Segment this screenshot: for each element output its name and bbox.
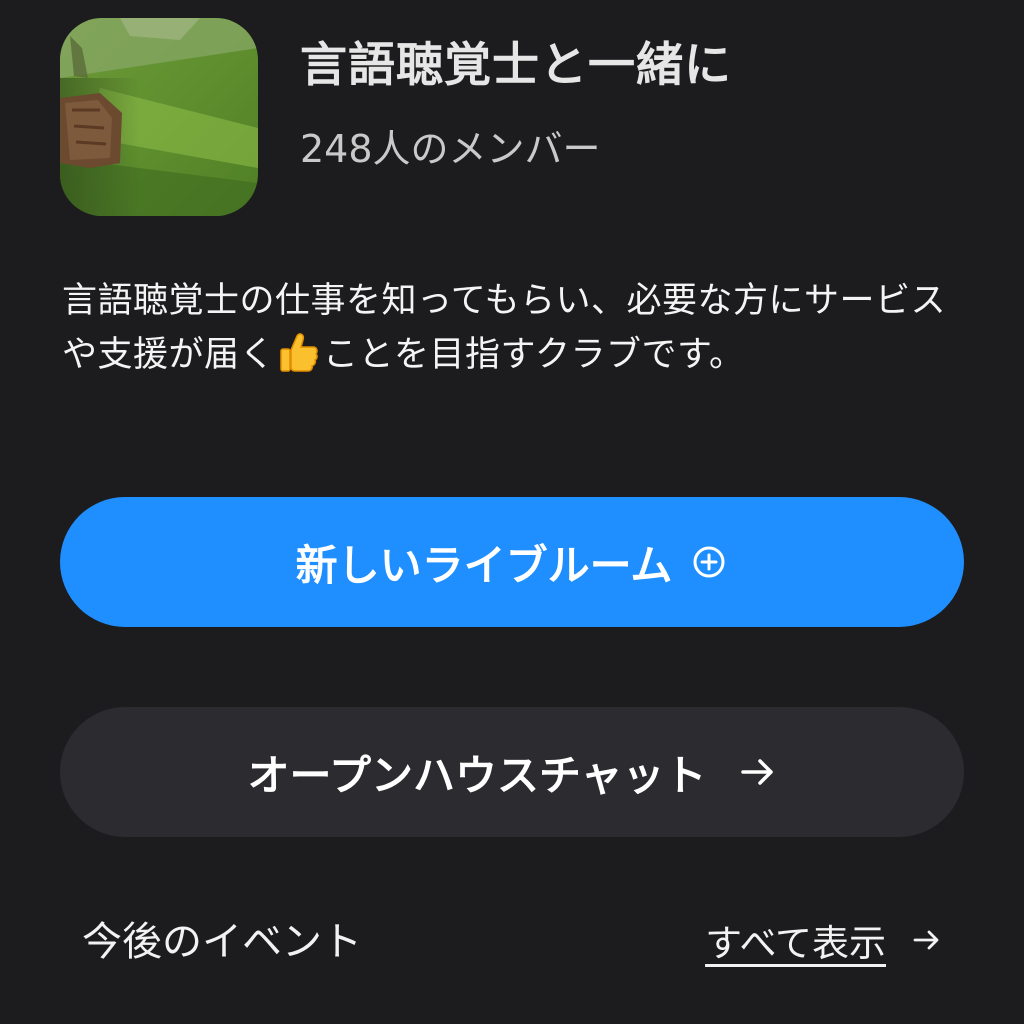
member-count[interactable]: 248人のメンバー [300,118,601,173]
club-description: 言語聴覚士の仕事を知ってもらい、必要な方にサービスや支援が届く ことを目指すクラブ… [62,274,962,382]
upcoming-events-title: 今後のイベント [82,919,362,965]
club-photo-image [60,18,258,216]
see-all-label: すべて表示 [705,922,886,965]
club-avatar[interactable] [60,18,258,216]
plus-circle-icon [690,543,728,581]
open-house-chat-label: オープンハウスチャット [247,750,707,800]
club-title: 言語聴覚士と一緒に [300,38,732,93]
new-live-room-label: 新しいライブルーム [295,540,673,590]
arrow-right-icon [739,753,777,791]
arrow-right-icon [912,925,942,955]
club-description-text-2: ことを目指すクラブです。 [323,335,745,375]
new-live-room-button[interactable]: 新しいライブルーム [60,497,964,627]
open-house-chat-button[interactable]: オープンハウスチャット [60,707,964,837]
club-header: 言語聴覚士と一緒に 248人のメンバー [60,18,964,218]
upcoming-events-row: 今後のイベント すべて表示 [82,905,942,975]
thumbs-up-icon [277,330,321,374]
see-all-link[interactable]: すべて表示 [705,913,942,967]
